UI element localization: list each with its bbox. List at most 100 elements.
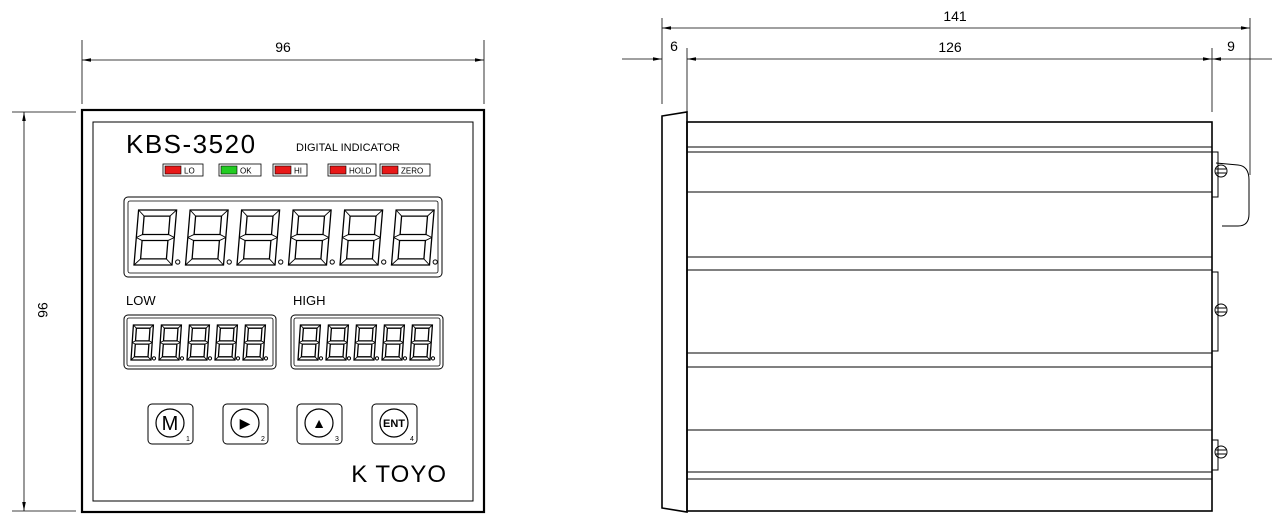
decimal-point bbox=[278, 259, 284, 265]
segment-joint bbox=[136, 234, 143, 238]
shift-button[interactable]: ▶2 bbox=[222, 403, 269, 445]
button-row: M1 ▶2 ▲3 ENT4 bbox=[147, 403, 418, 445]
button-symbol: M bbox=[162, 413, 179, 435]
side-housing bbox=[686, 121, 1213, 512]
segment-joint bbox=[425, 234, 432, 238]
indicator-led bbox=[329, 165, 347, 175]
side-rear-hardware bbox=[1211, 151, 1250, 471]
decimal-point bbox=[402, 356, 408, 361]
segment-joint bbox=[239, 234, 246, 238]
segment-joint bbox=[290, 237, 297, 241]
low-display-frame bbox=[123, 314, 277, 370]
high-digit bbox=[381, 324, 408, 361]
digit-upper-hole bbox=[162, 327, 179, 342]
segment-joint bbox=[168, 234, 175, 238]
segment-joint bbox=[322, 237, 329, 241]
low-digit bbox=[130, 324, 157, 361]
decimal-point bbox=[175, 259, 181, 265]
model-subtitle: DIGITAL INDICATOR bbox=[296, 142, 400, 154]
digit-upper-hole bbox=[413, 327, 430, 342]
segment-joint bbox=[322, 234, 329, 238]
side-housing-ribs bbox=[687, 146, 1212, 480]
high-display-frame bbox=[290, 314, 444, 370]
segment-joint bbox=[320, 258, 327, 266]
mode-button[interactable]: M1 bbox=[147, 403, 194, 445]
segment-joint bbox=[217, 258, 224, 266]
digit-upper-hole bbox=[246, 327, 263, 342]
low-digit bbox=[158, 324, 185, 361]
segment-joint bbox=[342, 237, 349, 241]
segment-joint bbox=[241, 209, 248, 217]
segment-joint bbox=[344, 209, 351, 217]
main-digit bbox=[390, 209, 438, 266]
digit-lower-hole bbox=[294, 239, 324, 260]
button-symbol: ▶ bbox=[240, 415, 251, 431]
digit-lower-hole bbox=[384, 343, 401, 358]
digit-upper-hole bbox=[190, 327, 207, 342]
digit-lower-hole bbox=[133, 343, 150, 358]
indicator-label: HOLD bbox=[349, 167, 371, 176]
technical-drawing: 96 96 KBS-3520 DIGITAL INDICATOR LO OK HI H… bbox=[12, 8, 1272, 514]
digit-upper-hole bbox=[347, 215, 377, 236]
decimal-point bbox=[374, 356, 380, 361]
high-digit bbox=[353, 324, 380, 361]
decimal-point bbox=[263, 356, 269, 361]
low-digit bbox=[214, 324, 241, 361]
segment-joint bbox=[138, 209, 145, 217]
main-digit bbox=[133, 209, 181, 266]
digit-lower-hole bbox=[191, 239, 221, 260]
segment-joint bbox=[167, 237, 175, 241]
model-name: KBS-3520 bbox=[126, 129, 257, 159]
indicator-zero: ZERO bbox=[379, 163, 431, 177]
indicator-led bbox=[381, 165, 399, 175]
main-digit bbox=[287, 209, 335, 266]
digit-lower-hole bbox=[300, 343, 317, 358]
digit-upper-hole bbox=[296, 215, 326, 236]
digit-lower-hole bbox=[397, 239, 427, 260]
indicator-led bbox=[274, 165, 292, 175]
main-digit bbox=[339, 209, 387, 266]
indicator-hi: HI bbox=[272, 163, 308, 177]
high-label: HIGH bbox=[293, 293, 326, 308]
digit-upper-hole bbox=[357, 327, 374, 342]
decimal-point bbox=[432, 259, 438, 265]
segment-joint bbox=[239, 237, 246, 241]
digit-lower-hole bbox=[189, 343, 206, 358]
decimal-point bbox=[207, 356, 213, 361]
main-digit bbox=[236, 209, 284, 266]
up-button[interactable]: ▲3 bbox=[296, 403, 343, 445]
decimal-point bbox=[430, 356, 436, 361]
button-number: 1 bbox=[186, 436, 190, 443]
side-rear-label: 9 bbox=[1227, 38, 1235, 54]
digit-upper-hole bbox=[218, 327, 235, 342]
segment-joint bbox=[393, 237, 400, 241]
decimal-point bbox=[318, 356, 324, 361]
indicator-hold: HOLD bbox=[327, 163, 377, 177]
segment-joint bbox=[187, 237, 194, 241]
segment-joint bbox=[271, 234, 278, 238]
digit-upper-hole bbox=[385, 327, 402, 342]
segment-joint bbox=[166, 258, 173, 266]
indicator-label: HI bbox=[294, 167, 302, 176]
digit-lower-hole bbox=[345, 239, 375, 260]
brand-name: K TOYO bbox=[351, 461, 447, 488]
segment-joint bbox=[219, 237, 226, 241]
digit-lower-hole bbox=[161, 343, 178, 358]
digit-upper-hole bbox=[141, 215, 171, 236]
digit-upper-hole bbox=[399, 215, 429, 236]
low-label: LOW bbox=[126, 293, 156, 308]
front-view: 96 96 KBS-3520 DIGITAL INDICATOR LO OK HI H… bbox=[12, 39, 486, 514]
enter-button[interactable]: ENT 4 bbox=[371, 403, 418, 445]
front-height-label: 96 bbox=[35, 302, 51, 318]
side-bezel-profile bbox=[661, 111, 688, 513]
high-digit bbox=[325, 324, 352, 361]
segment-joint bbox=[270, 237, 278, 241]
button-number: 4 bbox=[410, 436, 414, 443]
decimal-point bbox=[151, 356, 157, 361]
low-digit bbox=[242, 324, 269, 361]
segment-joint bbox=[187, 234, 195, 238]
decimal-point bbox=[235, 356, 241, 361]
digit-upper-hole bbox=[193, 215, 223, 236]
decimal-point bbox=[381, 259, 387, 265]
low-digit bbox=[186, 324, 213, 361]
